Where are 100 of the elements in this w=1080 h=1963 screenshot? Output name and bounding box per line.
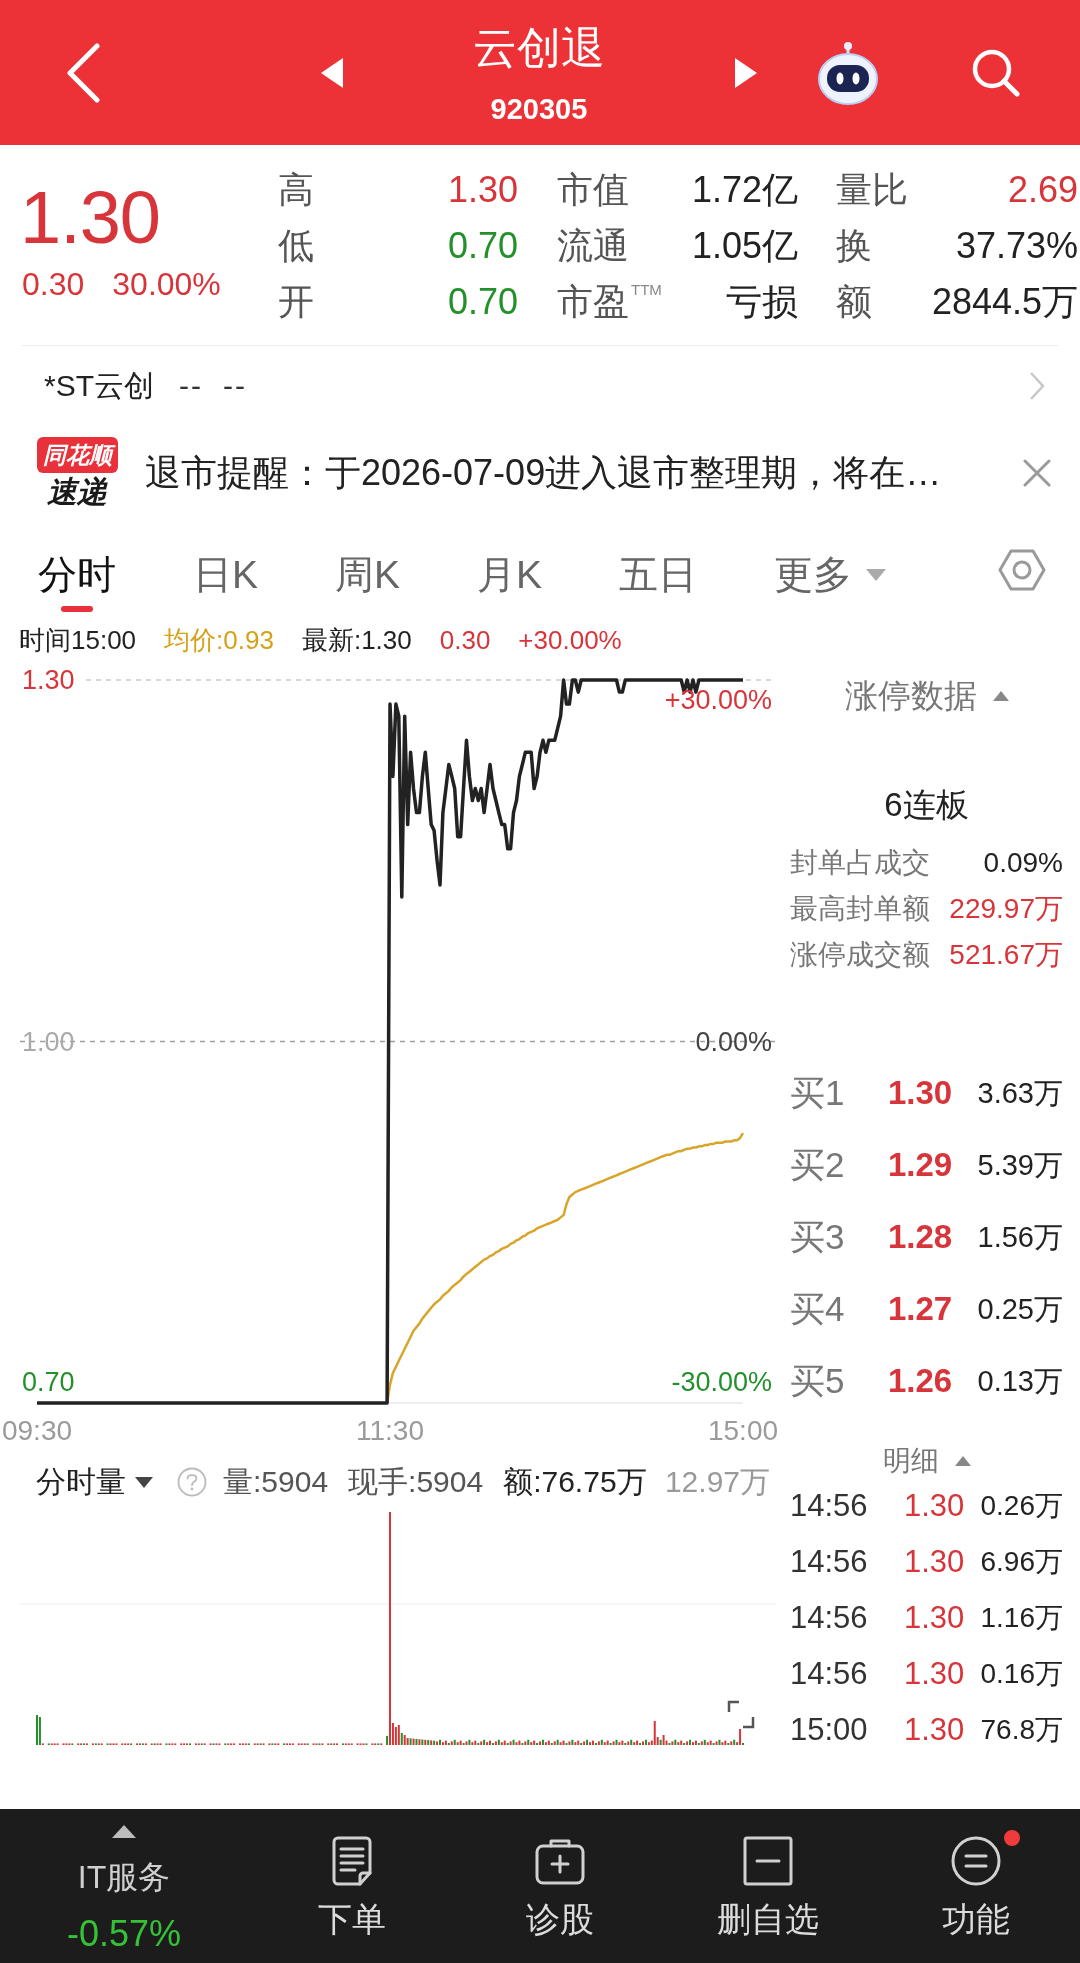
price-change: 0.30	[22, 265, 85, 304]
bid-price: 1.28	[888, 1217, 953, 1257]
limit-up-value: 521.67万	[949, 938, 1063, 972]
period-tab[interactable]: 月K	[477, 520, 543, 620]
chart-info-text: 均价:0.93	[164, 625, 274, 657]
trade-volume: 1.16万	[980, 1601, 1063, 1635]
bid-price: 1.30	[888, 1073, 953, 1113]
limit-up-value: 229.97万	[949, 892, 1063, 926]
bid-label: 买1	[790, 1072, 845, 1114]
stat-value: 1.72亿	[691, 168, 798, 212]
sector-name[interactable]: IT服务	[77, 1857, 171, 1897]
news-headline[interactable]: 退市提醒：于2026-07-09进入退市整理期，将在…	[145, 450, 942, 495]
trade-detail-toggle[interactable]: 明细	[882, 1444, 971, 1478]
volume-dropdown[interactable]: 分时量	[36, 1462, 153, 1502]
trade-volume: 0.26万	[980, 1489, 1063, 1523]
bid-volume: 0.25万	[977, 1291, 1063, 1327]
bid-price: 1.26	[888, 1361, 953, 1401]
bid-volume: 3.63万	[977, 1075, 1063, 1111]
stock-price: --	[179, 367, 203, 404]
fullscreen-icon[interactable]	[727, 1700, 755, 1729]
volume-stat: 额:76.75万	[503, 1464, 647, 1500]
more-dropdown[interactable]: 更多	[774, 520, 887, 620]
stock-title: 云创退	[473, 22, 605, 74]
stat-value: 1.30	[447, 168, 518, 212]
stat-label: 额	[836, 280, 872, 324]
chart-info-text: 0.30	[439, 625, 491, 657]
stat-label: 换	[836, 224, 872, 268]
limit-up-label: 涨停成交额	[790, 938, 930, 972]
trade-price: 1.30	[904, 1655, 965, 1693]
trade-time: 15:00	[790, 1711, 868, 1749]
percent-axis-label: +30.00%	[664, 685, 772, 715]
stat-label: 低	[278, 224, 314, 268]
bid-price: 1.27	[888, 1289, 953, 1329]
stock-name: *ST云创	[44, 367, 154, 404]
stat-label: 开	[278, 280, 314, 324]
trade-time: 14:56	[790, 1543, 868, 1581]
bid-volume: 0.13万	[977, 1363, 1063, 1399]
stat-value: 37.73%	[955, 224, 1078, 268]
bid-label: 买5	[790, 1360, 845, 1402]
trade-price: 1.30	[904, 1599, 965, 1637]
diagnose-button[interactable]: 诊股	[456, 1809, 664, 1963]
stat-value: 2844.5万	[931, 280, 1078, 324]
trade-price: 1.30	[904, 1711, 965, 1749]
bid-label: 买2	[790, 1144, 845, 1186]
chart-info-text: 最新:1.30	[301, 625, 412, 657]
order-button[interactable]: 下单	[248, 1809, 456, 1963]
remove-watchlist-button[interactable]: 删自选	[664, 1809, 872, 1963]
trade-price: 1.30	[904, 1487, 965, 1525]
chart-info-text: 时间15:00	[19, 625, 137, 657]
limit-up-label: 最高封单额	[790, 892, 930, 926]
robot-icon[interactable]	[816, 40, 880, 105]
low-price-label: 0.70	[22, 1367, 75, 1397]
limit-up-toggle[interactable]: 涨停数据	[844, 676, 1009, 716]
triangle-up-icon[interactable]	[112, 1825, 136, 1838]
bid-price: 1.29	[888, 1145, 953, 1185]
time-axis-label: 15:00	[707, 1415, 779, 1446]
percent-axis-label: 0.00%	[695, 1026, 772, 1057]
stock-code: 920305	[490, 92, 588, 127]
bid-volume: 5.39万	[977, 1147, 1063, 1183]
triangle-left-icon[interactable]	[321, 57, 343, 88]
sector-change: -0.57%	[66, 1912, 182, 1956]
stat-label: 流通	[557, 224, 629, 268]
news-logo-tag: 同花顺	[36, 437, 118, 473]
triangle-right-icon[interactable]	[735, 57, 757, 88]
stat-value: 2.69	[1007, 168, 1078, 212]
volume-stat: 量:5904	[223, 1464, 329, 1500]
chart-info-text: +30.00%	[518, 625, 622, 657]
price-axis-label: 1.30	[22, 665, 75, 696]
caret-down-icon	[135, 1476, 153, 1488]
period-tab[interactable]: 周K	[335, 520, 401, 620]
stock-change: --	[223, 367, 247, 404]
stat-label: 市盈$^{TTM}$	[557, 280, 662, 324]
bid-label: 买3	[790, 1216, 845, 1258]
volume-max-label: 12.97万	[664, 1464, 770, 1500]
time-axis-label: 09:30	[1, 1415, 73, 1446]
stat-value: 0.70	[447, 224, 518, 268]
trade-volume: 76.8万	[980, 1713, 1063, 1747]
trade-volume: 0.16万	[980, 1657, 1063, 1691]
caret-down-icon	[866, 569, 887, 581]
bid-volume: 1.56万	[977, 1219, 1063, 1255]
last-price: 1.30	[20, 178, 161, 258]
percent-axis-label: -30.00%	[671, 1367, 772, 1397]
bid-label: 买4	[790, 1288, 845, 1330]
back-icon[interactable]	[65, 42, 101, 103]
price-axis-label: 1.00	[22, 1026, 75, 1057]
news-logo-text: 速递	[47, 476, 107, 508]
close-icon[interactable]	[1023, 458, 1051, 487]
period-tab[interactable]: 五日	[619, 520, 698, 620]
search-icon[interactable]	[971, 47, 1021, 98]
trade-time: 14:56	[790, 1599, 868, 1637]
trade-time: 14:56	[790, 1487, 868, 1525]
volume-stat: 现手:5904	[348, 1464, 484, 1500]
trade-volume: 6.96万	[980, 1545, 1063, 1579]
stat-label: 市值	[557, 168, 629, 212]
stat-value: 亏损	[726, 280, 798, 324]
functions-button[interactable]: 功能	[872, 1809, 1080, 1963]
percent-change: 30.00%	[112, 265, 221, 304]
square-minus-icon	[742, 1835, 794, 1887]
period-tab[interactable]: 日K	[193, 520, 258, 620]
period-tab[interactable]: 分时	[38, 520, 116, 620]
